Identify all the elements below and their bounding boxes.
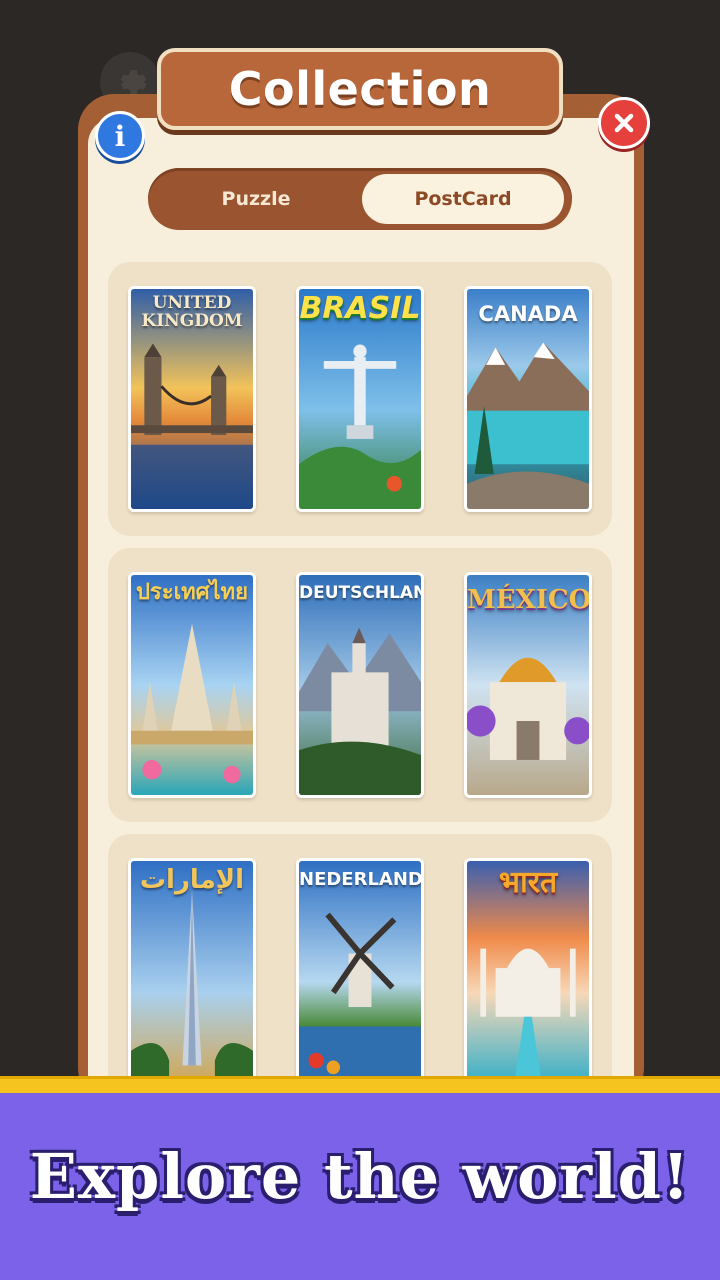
postcard-united-kingdom[interactable]: UNITED KINGDOM — [128, 286, 256, 512]
postcard-canada[interactable]: CANADA — [464, 286, 592, 512]
postcard-row: ประเทศไทย DEUTSCHLAND MÉXICO — [108, 548, 612, 822]
postcard-uae[interactable]: الإمارات — [128, 858, 256, 1084]
postcard-title: NEDERLAND — [299, 869, 423, 890]
postcard-row: الإمارات NEDERLAND भारत — [108, 834, 612, 1108]
tab-postcard[interactable]: PostCard — [362, 174, 564, 224]
title-banner: Collection — [157, 48, 563, 130]
close-icon — [614, 113, 634, 133]
close-button[interactable] — [598, 97, 650, 149]
promo-headline: Explore the world! — [29, 1140, 691, 1213]
postcard-title: BRASIL — [299, 291, 421, 326]
tab-bar: Puzzle PostCard — [148, 168, 572, 230]
postcard-title: DEUTSCHLAND — [299, 583, 421, 603]
postcard-row: UNITED KINGDOM BRASIL CANADA — [108, 262, 612, 536]
info-button[interactable]: i — [95, 111, 145, 161]
tab-puzzle[interactable]: Puzzle — [156, 174, 356, 224]
postcard-title: CANADA — [478, 302, 578, 326]
page-title: Collection — [228, 62, 492, 116]
postcard-title: ประเทศไทย — [135, 580, 249, 605]
postcard-mexico[interactable]: MÉXICO — [464, 572, 592, 798]
postcard-nederland[interactable]: NEDERLAND — [296, 858, 424, 1084]
postcard-title: UNITED KINGDOM — [141, 293, 243, 331]
postcard-title: الإمارات — [139, 865, 245, 895]
postcard-title: MÉXICO — [467, 585, 592, 615]
postcard-thailand[interactable]: ประเทศไทย — [128, 572, 256, 798]
info-icon: i — [114, 119, 126, 153]
postcard-brasil[interactable]: BRASIL — [296, 286, 424, 512]
postcard-deutschland[interactable]: DEUTSCHLAND — [296, 572, 424, 798]
postcard-title: भारत — [498, 865, 558, 900]
postcard-india[interactable]: भारत — [464, 858, 592, 1084]
